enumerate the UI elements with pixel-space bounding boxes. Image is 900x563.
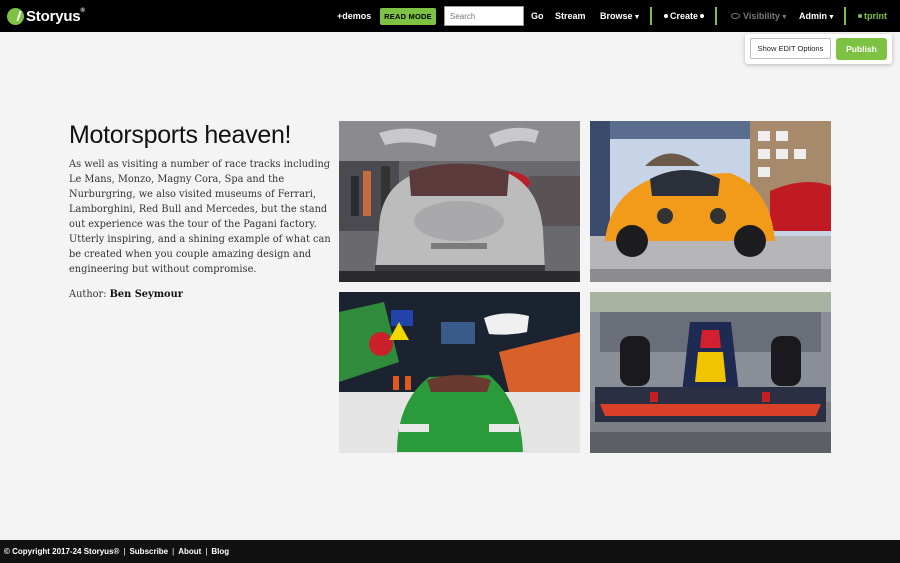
nav-divider <box>650 7 652 25</box>
online-status-icon <box>858 14 862 19</box>
photo-silver-gullwing-image <box>339 121 580 282</box>
nav-divider <box>844 7 846 25</box>
nav-browse-menu[interactable]: Browse▼ <box>600 11 640 23</box>
footer-links: © Copyright 2017-24 Storyus® | Subscribe | A… <box>4 547 229 556</box>
nav-create-menu[interactable]: Create <box>664 11 705 22</box>
chevron-down-icon: ▼ <box>780 14 788 21</box>
storyus-logo-icon <box>7 7 24 25</box>
footer-about-link[interactable]: About <box>178 547 201 556</box>
logo-text: Storyus® <box>26 7 85 25</box>
photo-red-bull-f1-car[interactable] <box>590 292 831 453</box>
publish-button[interactable]: Publish <box>836 38 887 60</box>
search-input[interactable] <box>444 6 524 26</box>
read-mode-button[interactable]: READ MODE <box>380 8 436 25</box>
author-label: Author: <box>69 289 107 300</box>
nav-admin-menu[interactable]: Admin▼ <box>799 11 835 23</box>
bullet-icon <box>664 14 668 19</box>
author-name: Ben Seymour <box>109 289 183 300</box>
photo-orange-hypercar-image <box>590 121 831 282</box>
eye-icon <box>731 13 740 20</box>
footer-blog-link[interactable]: Blog <box>211 547 229 556</box>
story-author: Author: Ben Seymour <box>69 289 183 300</box>
nav-visibility-menu[interactable]: Visibility▼ <box>731 11 788 23</box>
show-edit-options-button[interactable]: Show EDIT Options <box>750 38 831 59</box>
footer-subscribe-link[interactable]: Subscribe <box>129 547 168 556</box>
edit-options-panel: Show EDIT Options Publish <box>745 34 892 64</box>
top-nav-bar: Storyus® +demos READ MODE Go Stream Brow… <box>0 0 900 32</box>
nav-user-menu[interactable]: tprint <box>858 11 887 22</box>
footer-copyright: © Copyright 2017-24 Storyus® <box>4 547 120 556</box>
chevron-down-icon: ▼ <box>828 14 835 21</box>
photo-green-supercar[interactable] <box>339 292 580 453</box>
nav-divider <box>715 7 717 25</box>
footer: © Copyright 2017-24 Storyus® | Subscribe | A… <box>0 540 900 563</box>
photo-green-supercar-image <box>339 292 580 453</box>
photo-orange-hypercar[interactable] <box>590 121 831 282</box>
storyus-logo[interactable]: Storyus® <box>7 7 85 25</box>
footer-separator: | <box>205 547 208 556</box>
chevron-down-icon: ▼ <box>633 14 641 21</box>
bullet-icon <box>700 14 705 19</box>
footer-separator: | <box>172 547 175 556</box>
nav-demos-link[interactable]: +demos <box>337 11 371 22</box>
story-body: As well as visiting a number of race tra… <box>69 159 331 275</box>
footer-separator: | <box>123 547 126 556</box>
nav-stream-link[interactable]: Stream <box>555 11 586 22</box>
photo-red-bull-f1-car-image <box>590 292 831 453</box>
story-title: Motorsports heaven! <box>69 121 292 149</box>
search-go-button[interactable]: Go <box>531 11 544 22</box>
photo-silver-gullwing[interactable] <box>339 121 580 282</box>
